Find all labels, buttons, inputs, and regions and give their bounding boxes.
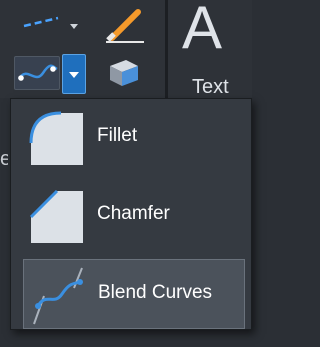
blend-curves-icon [17, 64, 58, 81]
menu-item-label: Chamfer [97, 203, 170, 224]
text-tool-label: Text [192, 76, 229, 98]
chevron-down-icon [69, 72, 79, 78]
ribbon-panel: A Text [0, 0, 252, 98]
menu-item-fillet[interactable]: Fillet [23, 103, 243, 171]
menu-item-label: Blend Curves [98, 282, 213, 303]
line-tool-button[interactable] [22, 8, 82, 38]
text-tool-button[interactable]: A Text [172, 0, 252, 98]
3d-box-button[interactable] [100, 54, 144, 90]
blend-dropdown-menu: Fillet Chamfer Blend Curves [10, 98, 252, 330]
ribbon-separator [165, 0, 168, 98]
background-text: e [0, 148, 8, 170]
text-glyph: A [182, 0, 223, 61]
match-properties-icon [106, 9, 144, 43]
dashed-line-icon [23, 16, 78, 29]
match-properties-button[interactable] [100, 4, 150, 44]
blend-dropdown-button[interactable] [62, 54, 86, 94]
menu-item-label: Fillet [97, 125, 138, 146]
fillet-icon [29, 111, 83, 165]
menu-item-chamfer[interactable]: Chamfer [23, 181, 243, 249]
blend-curves-ribbon-button[interactable] [14, 56, 60, 90]
menu-item-blend-curves[interactable]: Blend Curves [23, 259, 245, 329]
blend-curves-icon [33, 267, 83, 325]
chamfer-icon [29, 189, 83, 243]
3d-box-icon [110, 60, 138, 86]
